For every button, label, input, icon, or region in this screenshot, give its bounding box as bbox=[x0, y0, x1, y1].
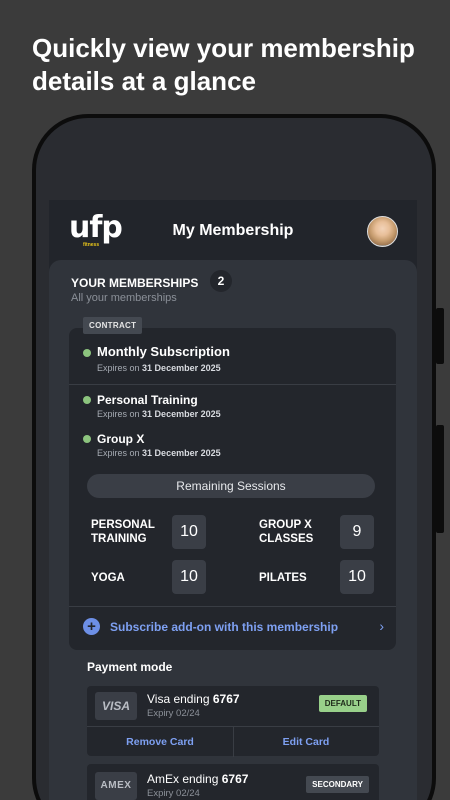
payment-mode-heading: Payment mode bbox=[87, 660, 173, 674]
secondary-badge: SECONDARY bbox=[306, 776, 369, 793]
session-count: 10 bbox=[340, 560, 374, 594]
session-label: GROUP X CLASSES bbox=[259, 519, 314, 545]
phone-side-button bbox=[436, 425, 444, 533]
card-name: Visa ending 6767 bbox=[147, 692, 240, 706]
contract-tag: CONTRACT bbox=[83, 317, 143, 334]
plan-item[interactable]: Group X Expires on 31 December 2025 bbox=[83, 432, 383, 462]
plan-name: Group X bbox=[97, 432, 145, 446]
plan-item[interactable]: Personal Training Expires on 31 December… bbox=[83, 393, 383, 423]
session-count: 10 bbox=[172, 515, 206, 549]
membership-card: Monthly Subscription Expires on 31 Decem… bbox=[69, 328, 396, 650]
memberships-count-badge: 2 bbox=[210, 270, 232, 292]
subscribe-addon-button[interactable]: + Subscribe add-on with this membership … bbox=[69, 606, 396, 650]
amex-logo-icon: AMEX bbox=[95, 772, 137, 800]
page-title: My Membership bbox=[172, 222, 294, 239]
plus-icon: + bbox=[83, 618, 100, 635]
membership-content: YOUR MEMBERSHIPS 2 All your memberships … bbox=[49, 260, 417, 800]
app-screen: ufp fitness My Membership YOUR MEMBERSHI… bbox=[49, 200, 417, 800]
active-status-dot bbox=[83, 349, 91, 357]
remaining-sessions-label: Remaining Sessions bbox=[87, 474, 375, 498]
active-status-dot bbox=[83, 435, 91, 443]
session-label: PILATES bbox=[259, 572, 307, 584]
chevron-right-icon: › bbox=[379, 618, 384, 634]
card-name: AmEx ending 6767 bbox=[147, 772, 249, 786]
plan-expiry: Expires on 31 December 2025 bbox=[97, 448, 221, 458]
active-status-dot bbox=[83, 396, 91, 404]
avatar[interactable] bbox=[367, 216, 398, 247]
card-expiry: Expiry 02/24 bbox=[147, 788, 200, 799]
phone-side-button bbox=[436, 308, 444, 364]
subscribe-addon-label: Subscribe add-on with this membership bbox=[110, 620, 339, 634]
memberships-subtitle: All your memberships bbox=[71, 292, 177, 304]
payment-card-amex[interactable]: AMEX AmEx ending 6767 Expiry 02/24 SECON… bbox=[87, 764, 379, 800]
session-count: 9 bbox=[340, 515, 374, 549]
default-badge: DEFAULT bbox=[318, 695, 367, 712]
session-label: PERSONAL TRAINING bbox=[91, 519, 155, 545]
plan-item[interactable]: Monthly Subscription Expires on 31 Decem… bbox=[83, 344, 383, 378]
card-expiry: Expiry 02/24 bbox=[147, 708, 200, 719]
plan-name: Personal Training bbox=[97, 393, 198, 407]
visa-logo-icon: VISA bbox=[95, 692, 137, 720]
plan-expiry: Expires on 31 December 2025 bbox=[97, 409, 221, 419]
session-label: YOGA bbox=[91, 572, 125, 584]
divider bbox=[69, 384, 396, 385]
plan-name: Monthly Subscription bbox=[97, 344, 230, 359]
plan-expiry: Expires on 31 December 2025 bbox=[97, 363, 221, 373]
promo-headline: Quickly view your membership details at … bbox=[32, 33, 415, 96]
memberships-heading: YOUR MEMBERSHIPS bbox=[71, 276, 199, 290]
edit-card-button[interactable]: Edit Card bbox=[233, 727, 379, 757]
session-count: 10 bbox=[172, 560, 206, 594]
card-actions: Remove Card Edit Card bbox=[87, 726, 379, 757]
remove-card-button[interactable]: Remove Card bbox=[87, 727, 233, 757]
payment-card-visa: VISA Visa ending 6767 Expiry 02/24 DEFAU… bbox=[87, 686, 379, 757]
app-header: ufp fitness My Membership bbox=[49, 200, 417, 260]
